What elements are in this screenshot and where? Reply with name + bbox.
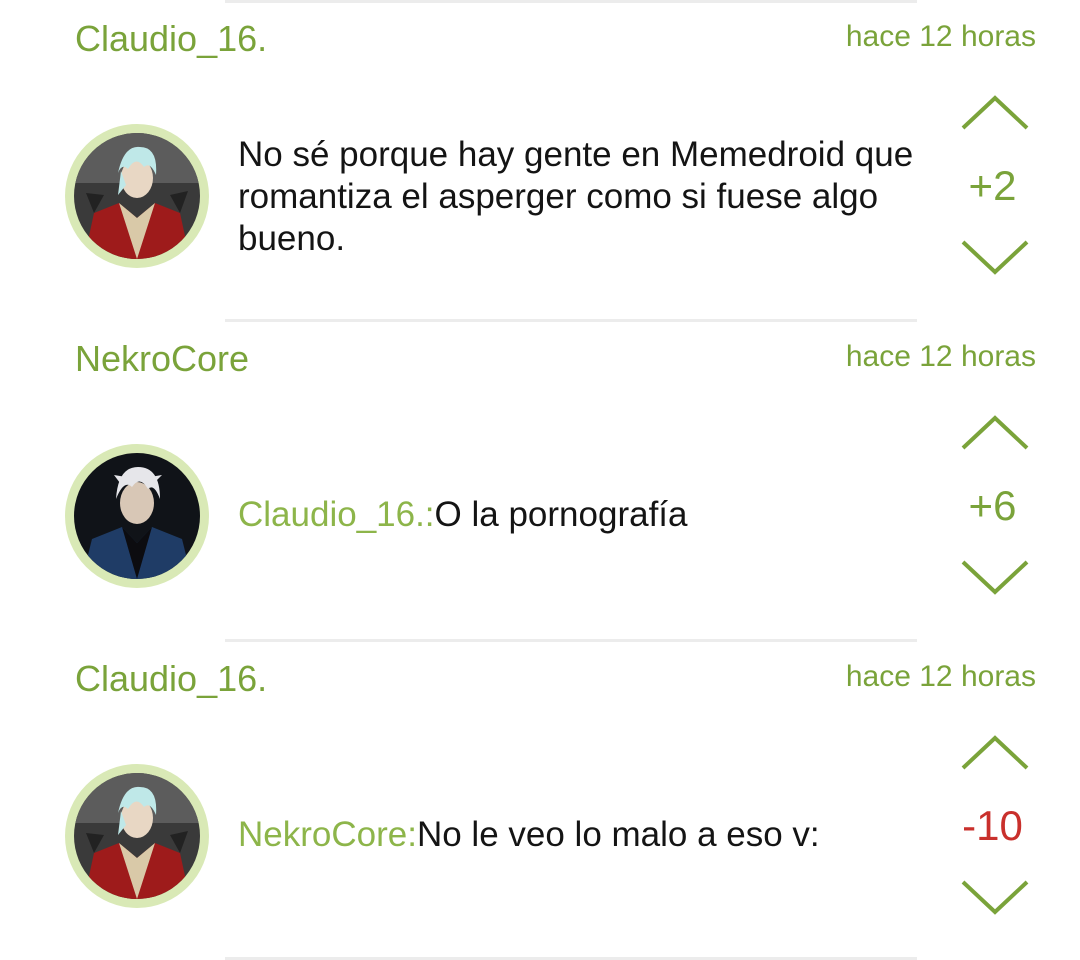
comment-mention[interactable]: NekroCore:: [238, 815, 417, 854]
upvote-button[interactable]: [960, 92, 1030, 132]
comment-item: Claudio_16. hace 12 horas No sé porque h…: [0, 0, 1080, 320]
comment-body: O la pornografía: [434, 495, 688, 534]
comment-text: NekroCore:No le veo lo malo a eso v:: [238, 814, 928, 856]
comment-timestamp: hace 12 horas: [845, 20, 1036, 53]
red-coat-character-avatar-icon: [74, 133, 200, 259]
avatar[interactable]: [65, 444, 209, 588]
downvote-button[interactable]: [960, 878, 1030, 918]
vote-score: +2: [968, 162, 1017, 209]
vote-score: -10: [962, 802, 1023, 849]
chevron-up-icon: [961, 415, 1029, 450]
comment-body: No le veo lo malo a eso v:: [416, 815, 820, 854]
comment-item: NekroCore hace 12 horas Claudio_16.:O la…: [0, 320, 1080, 640]
comment-item: Claudio_16. hace 12 horas NekroCore:No l…: [0, 640, 1080, 960]
downvote-button[interactable]: [960, 558, 1030, 598]
comment-body: No sé porque hay gente en Memedroid que …: [238, 135, 914, 258]
upvote-button[interactable]: [960, 732, 1030, 772]
comment-username[interactable]: Claudio_16.: [75, 18, 267, 60]
comment-username[interactable]: NekroCore: [75, 338, 249, 380]
comment-text: No sé porque hay gente en Memedroid que …: [238, 134, 928, 260]
comment-text: Claudio_16.:O la pornografía: [238, 494, 928, 536]
comment-timestamp: hace 12 horas: [845, 660, 1036, 693]
comment-username[interactable]: Claudio_16.: [75, 658, 267, 700]
comment-mention[interactable]: Claudio_16.:: [238, 495, 435, 534]
downvote-button[interactable]: [960, 238, 1030, 278]
chevron-down-icon: [961, 560, 1029, 595]
upvote-button[interactable]: [960, 412, 1030, 452]
vote-score: +6: [968, 482, 1017, 529]
red-coat-character-avatar-icon: [74, 773, 200, 899]
blue-coat-character-avatar-icon: [74, 453, 200, 579]
chevron-down-icon: [961, 880, 1029, 915]
chevron-up-icon: [961, 735, 1029, 770]
chevron-down-icon: [961, 240, 1029, 275]
avatar[interactable]: [65, 124, 209, 268]
comment-timestamp: hace 12 horas: [845, 340, 1036, 373]
avatar[interactable]: [65, 764, 209, 908]
chevron-up-icon: [961, 95, 1029, 130]
